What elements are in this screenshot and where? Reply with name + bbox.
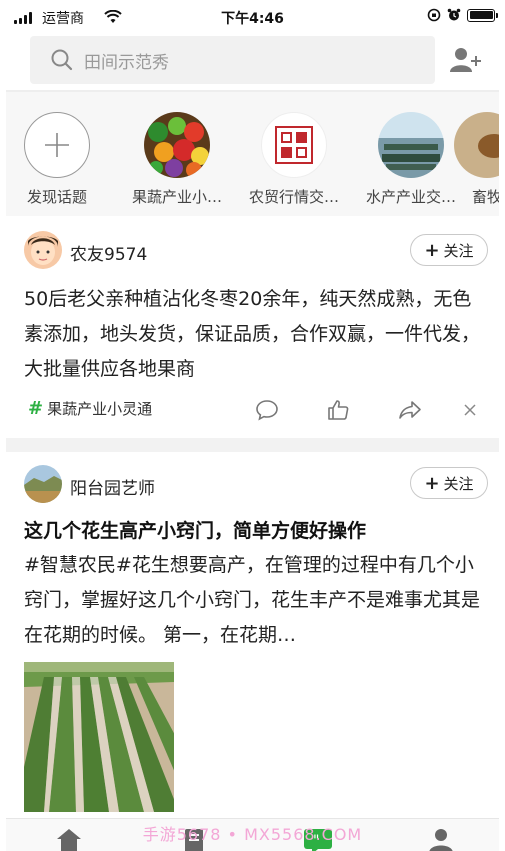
- post-title[interactable]: 这几个花生高产小窍门，简单方便好操作: [24, 516, 484, 543]
- search-row: 田间示范秀: [0, 34, 505, 90]
- topic-label: 畜牧: [472, 188, 499, 206]
- topic-livestock[interactable]: 畜牧: [454, 112, 499, 207]
- post-image[interactable]: [24, 662, 174, 812]
- topic-fruit-vegetable[interactable]: 果蔬产业小…: [122, 112, 232, 207]
- post-card[interactable]: 阳台园艺师 + 关注 这几个花生高产小窍门，简单方便好操作 #智慧农民#花生想要…: [6, 452, 499, 818]
- post-text[interactable]: #智慧农民#花生想要高产，在管理的过程中有几个小窍门，掌握好这几个小窍门，花生丰…: [24, 548, 484, 653]
- watermark: 手游5678 • MX5568.COM: [142, 825, 363, 844]
- avatar[interactable]: [24, 231, 62, 269]
- topic-market[interactable]: 农贸行情交…: [239, 112, 349, 207]
- follow-label: 关注: [443, 474, 474, 493]
- status-bar: 运营商 下午4:46: [0, 0, 505, 34]
- comment-icon[interactable]: [255, 398, 279, 422]
- follow-button[interactable]: + 关注: [410, 234, 488, 266]
- search-placeholder: 田间示范秀: [84, 52, 169, 73]
- rotation-lock-icon: [427, 8, 441, 22]
- topic-label: 农贸行情交…: [248, 188, 339, 206]
- plus-icon: +: [424, 472, 440, 494]
- post-actions: [6, 398, 499, 424]
- close-icon[interactable]: [463, 403, 477, 417]
- village-market-logo: [261, 112, 327, 178]
- plus-icon: [24, 112, 90, 178]
- topics-strip: 发现话题 果蔬产业小… 农贸行情交… 水产产业交… 畜牧: [6, 92, 499, 216]
- search-icon: [51, 49, 73, 71]
- plus-icon: +: [424, 239, 440, 261]
- section-gap: [6, 438, 499, 452]
- follow-label: 关注: [443, 241, 474, 260]
- share-icon[interactable]: [398, 398, 422, 422]
- topic-label: 发现话题: [26, 188, 87, 206]
- post-username[interactable]: 阳台园艺师: [70, 474, 155, 499]
- battery-icon: [467, 8, 498, 22]
- add-friend-icon[interactable]: [450, 46, 482, 74]
- follow-button[interactable]: + 关注: [410, 467, 488, 499]
- alarm-icon: [447, 8, 461, 21]
- topic-discover[interactable]: 发现话题: [6, 112, 112, 207]
- fish-farm-image: [378, 112, 444, 178]
- like-icon[interactable]: [326, 398, 350, 422]
- post-card[interactable]: 农友9574 + 关注 50后老父亲种植沾化冬枣20余年，纯天然成熟，无色素添加…: [6, 216, 499, 438]
- topic-aquatic[interactable]: 水产产业交…: [356, 112, 466, 207]
- topic-label: 水产产业交…: [365, 188, 456, 206]
- post-username[interactable]: 农友9574: [70, 240, 147, 265]
- avatar[interactable]: [24, 465, 62, 503]
- bottom-nav: " 手游5678 • MX5568.COM: [6, 818, 499, 851]
- search-input[interactable]: 田间示范秀: [30, 36, 435, 84]
- topic-label: 果蔬产业小…: [131, 188, 222, 206]
- fruit-vegetable-image: [144, 112, 210, 178]
- post-text[interactable]: 50后老父亲种植沾化冬枣20余年，纯天然成熟，无色素添加，地头发货，保证品质，合…: [24, 282, 484, 387]
